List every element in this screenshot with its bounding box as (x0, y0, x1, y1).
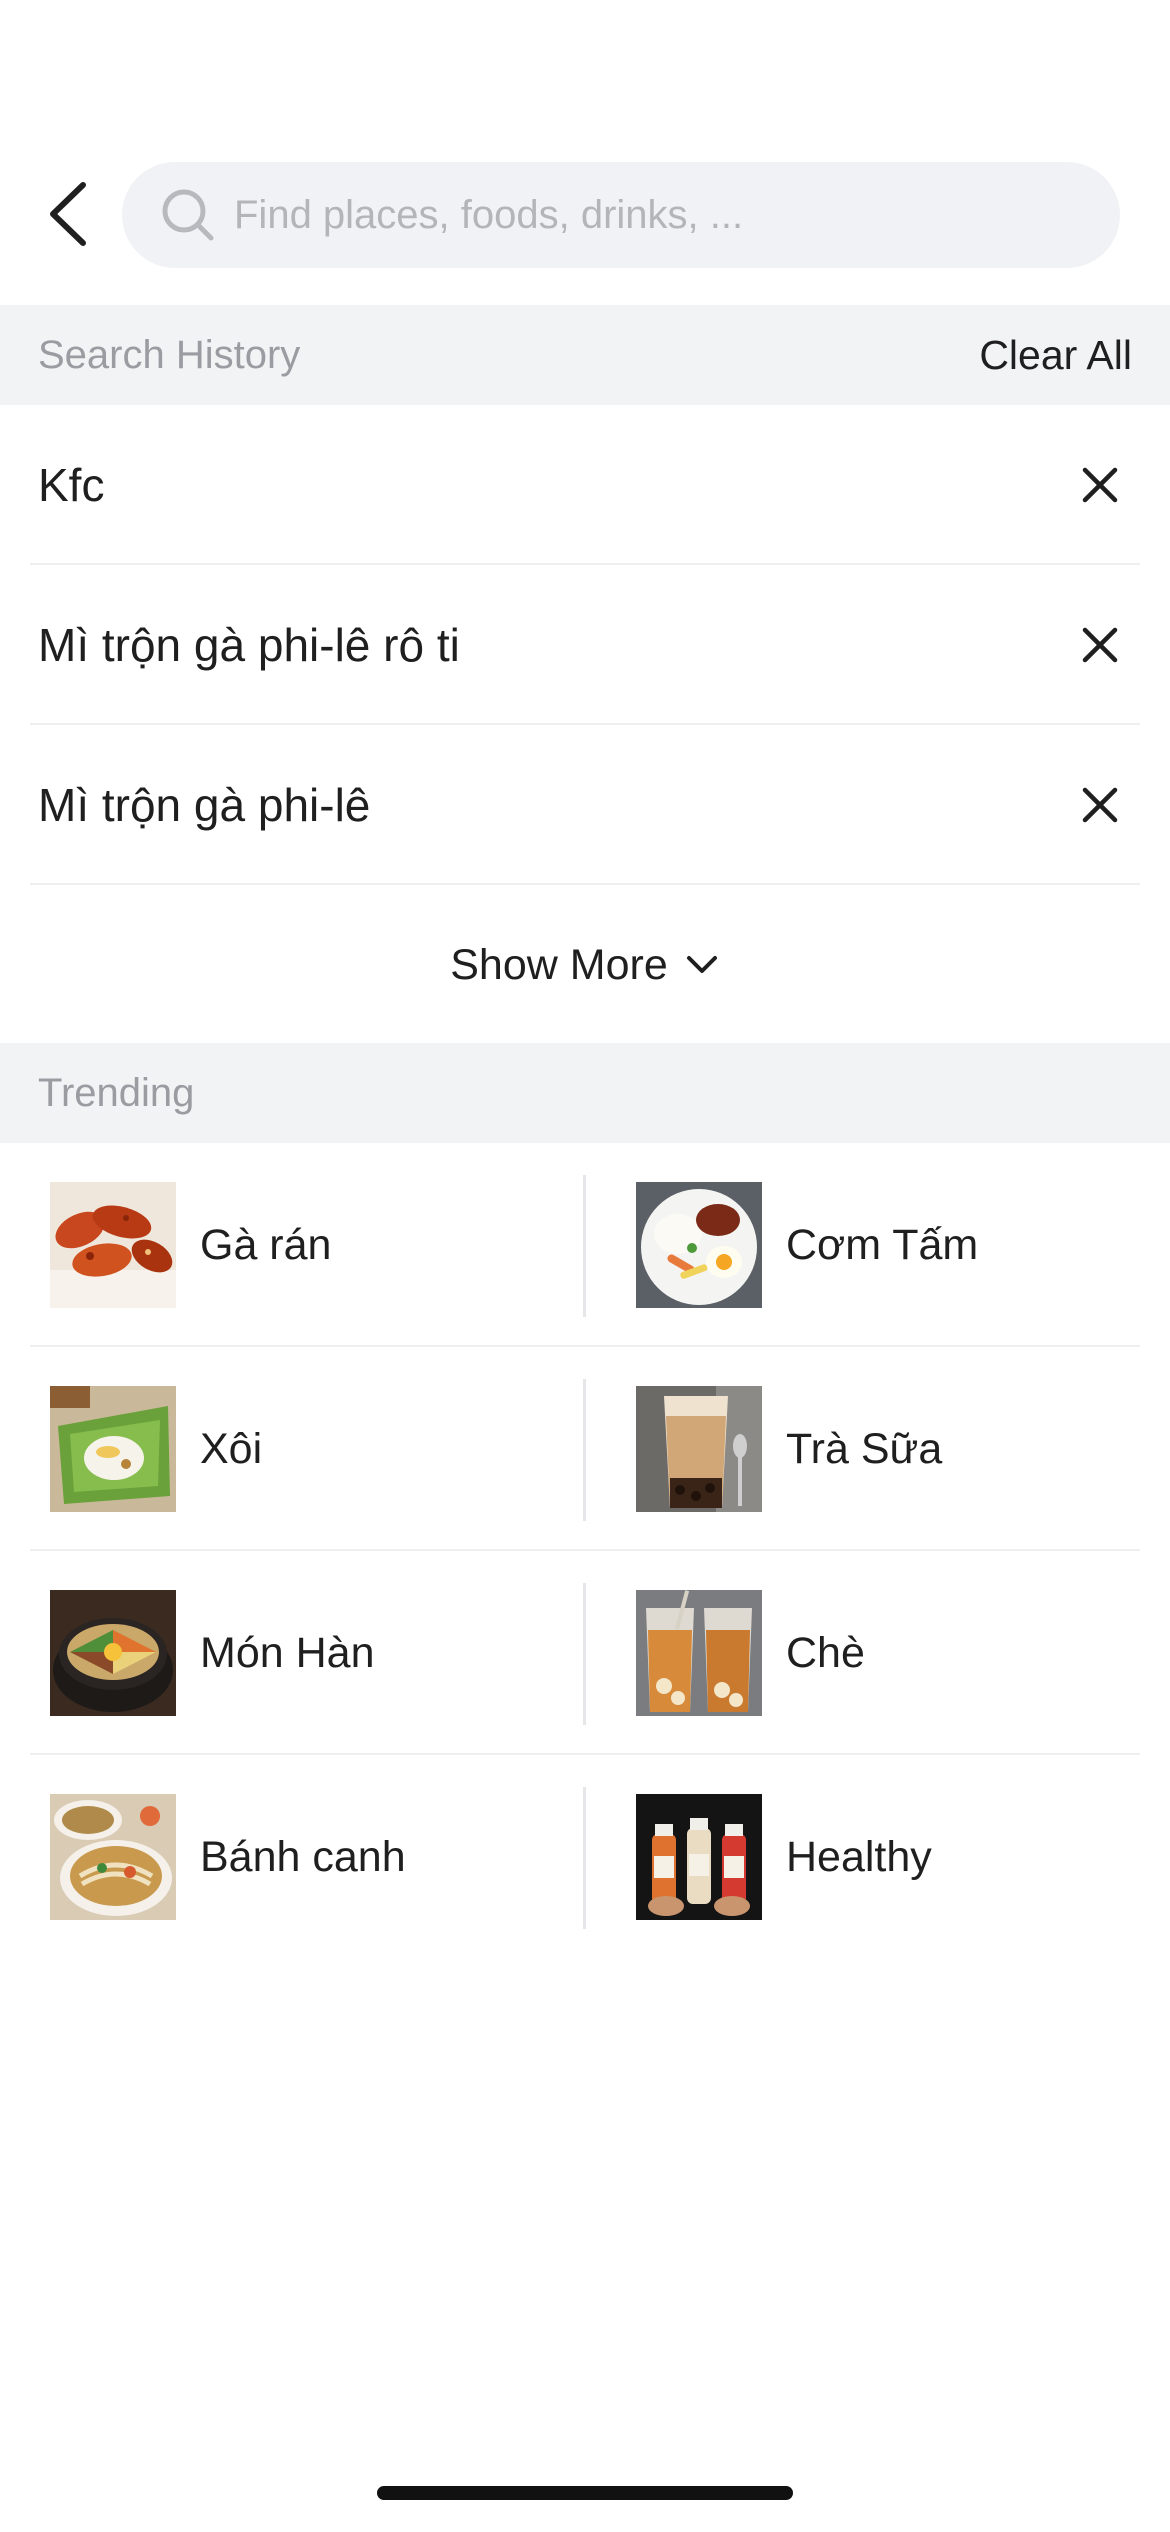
sweet-soup-thumb (636, 1590, 762, 1716)
history-item[interactable]: Mì trộn gà phi-lê (30, 725, 1140, 885)
search-screen: Search History Clear All Kfc Mì trộn gà … (0, 0, 1170, 2532)
search-history-title: Search History (38, 333, 301, 377)
back-button[interactable] (32, 178, 102, 250)
trending-title: Trending (38, 1071, 195, 1115)
show-more-button[interactable]: Show More (0, 885, 1170, 1045)
history-item[interactable]: Kfc (30, 405, 1140, 565)
trending-item[interactable]: Bánh canh (50, 1755, 570, 1959)
history-item-label: Mì trộn gà phi-lê rô ti (38, 619, 460, 671)
korean-food-thumb (50, 1590, 176, 1716)
trending-item[interactable]: Trà Sữa (636, 1347, 1156, 1551)
trending-row: Xôi Trà Sữa (30, 1347, 1140, 1551)
milk-tea-thumb (636, 1386, 762, 1512)
trending-item-label: Gà rán (200, 1220, 332, 1269)
trending-row: Gà rán Cơm Tấm (30, 1143, 1140, 1347)
fried-chicken-thumb (50, 1182, 176, 1308)
trending-item[interactable]: Cơm Tấm (636, 1143, 1156, 1347)
search-bar[interactable] (122, 162, 1120, 268)
trending-item[interactable]: Healthy (636, 1755, 1156, 1959)
trending-item[interactable]: Xôi (50, 1347, 570, 1551)
trending-row: Bánh canh Healthy (30, 1755, 1140, 1959)
juice-bottles-thumb (636, 1794, 762, 1920)
search-input[interactable] (234, 175, 1094, 255)
remove-history-button[interactable] (1072, 457, 1128, 513)
sticky-rice-thumb (50, 1386, 176, 1512)
column-divider (583, 1379, 586, 1521)
noodle-soup-thumb (50, 1794, 176, 1920)
remove-history-button[interactable] (1072, 777, 1128, 833)
column-divider (583, 1583, 586, 1725)
home-indicator (377, 2486, 793, 2500)
close-icon (1082, 627, 1118, 663)
trending-item-label: Bánh canh (200, 1832, 406, 1881)
trending-row: Món Hàn Chè (30, 1551, 1140, 1755)
show-more-label: Show More (450, 940, 668, 989)
trending-item[interactable]: Gà rán (50, 1143, 570, 1347)
trending-item-label: Trà Sữa (786, 1424, 943, 1473)
history-item[interactable]: Mì trộn gà phi-lê rô ti (30, 565, 1140, 725)
search-history-list: Kfc Mì trộn gà phi-lê rô ti Mì trộn gà p… (0, 405, 1170, 885)
column-divider (583, 1175, 586, 1317)
trending-item[interactable]: Món Hàn (50, 1551, 570, 1755)
column-divider (583, 1787, 586, 1929)
remove-history-button[interactable] (1072, 617, 1128, 673)
history-item-label: Mì trộn gà phi-lê (38, 779, 371, 831)
trending-item-label: Healthy (786, 1832, 932, 1881)
trending-grid: Gà rán Cơm Tấm Xôi Trà Sữa Món Hàn Chè B… (0, 1143, 1170, 1959)
close-icon (1082, 787, 1118, 823)
history-item-label: Kfc (38, 459, 105, 511)
back-arrow-icon (50, 182, 86, 246)
search-history-header: Search History Clear All (0, 305, 1170, 405)
search-header (0, 160, 1170, 270)
trending-item-label: Chè (786, 1628, 865, 1677)
trending-item-label: Cơm Tấm (786, 1220, 979, 1269)
chevron-down-icon (684, 947, 720, 983)
trending-item-label: Xôi (200, 1424, 263, 1473)
trending-item-label: Món Hàn (200, 1628, 375, 1677)
trending-header: Trending (0, 1043, 1170, 1143)
search-icon (160, 187, 216, 243)
broken-rice-thumb (636, 1182, 762, 1308)
close-icon (1082, 467, 1118, 503)
clear-all-button[interactable]: Clear All (979, 305, 1132, 405)
trending-item[interactable]: Chè (636, 1551, 1156, 1755)
